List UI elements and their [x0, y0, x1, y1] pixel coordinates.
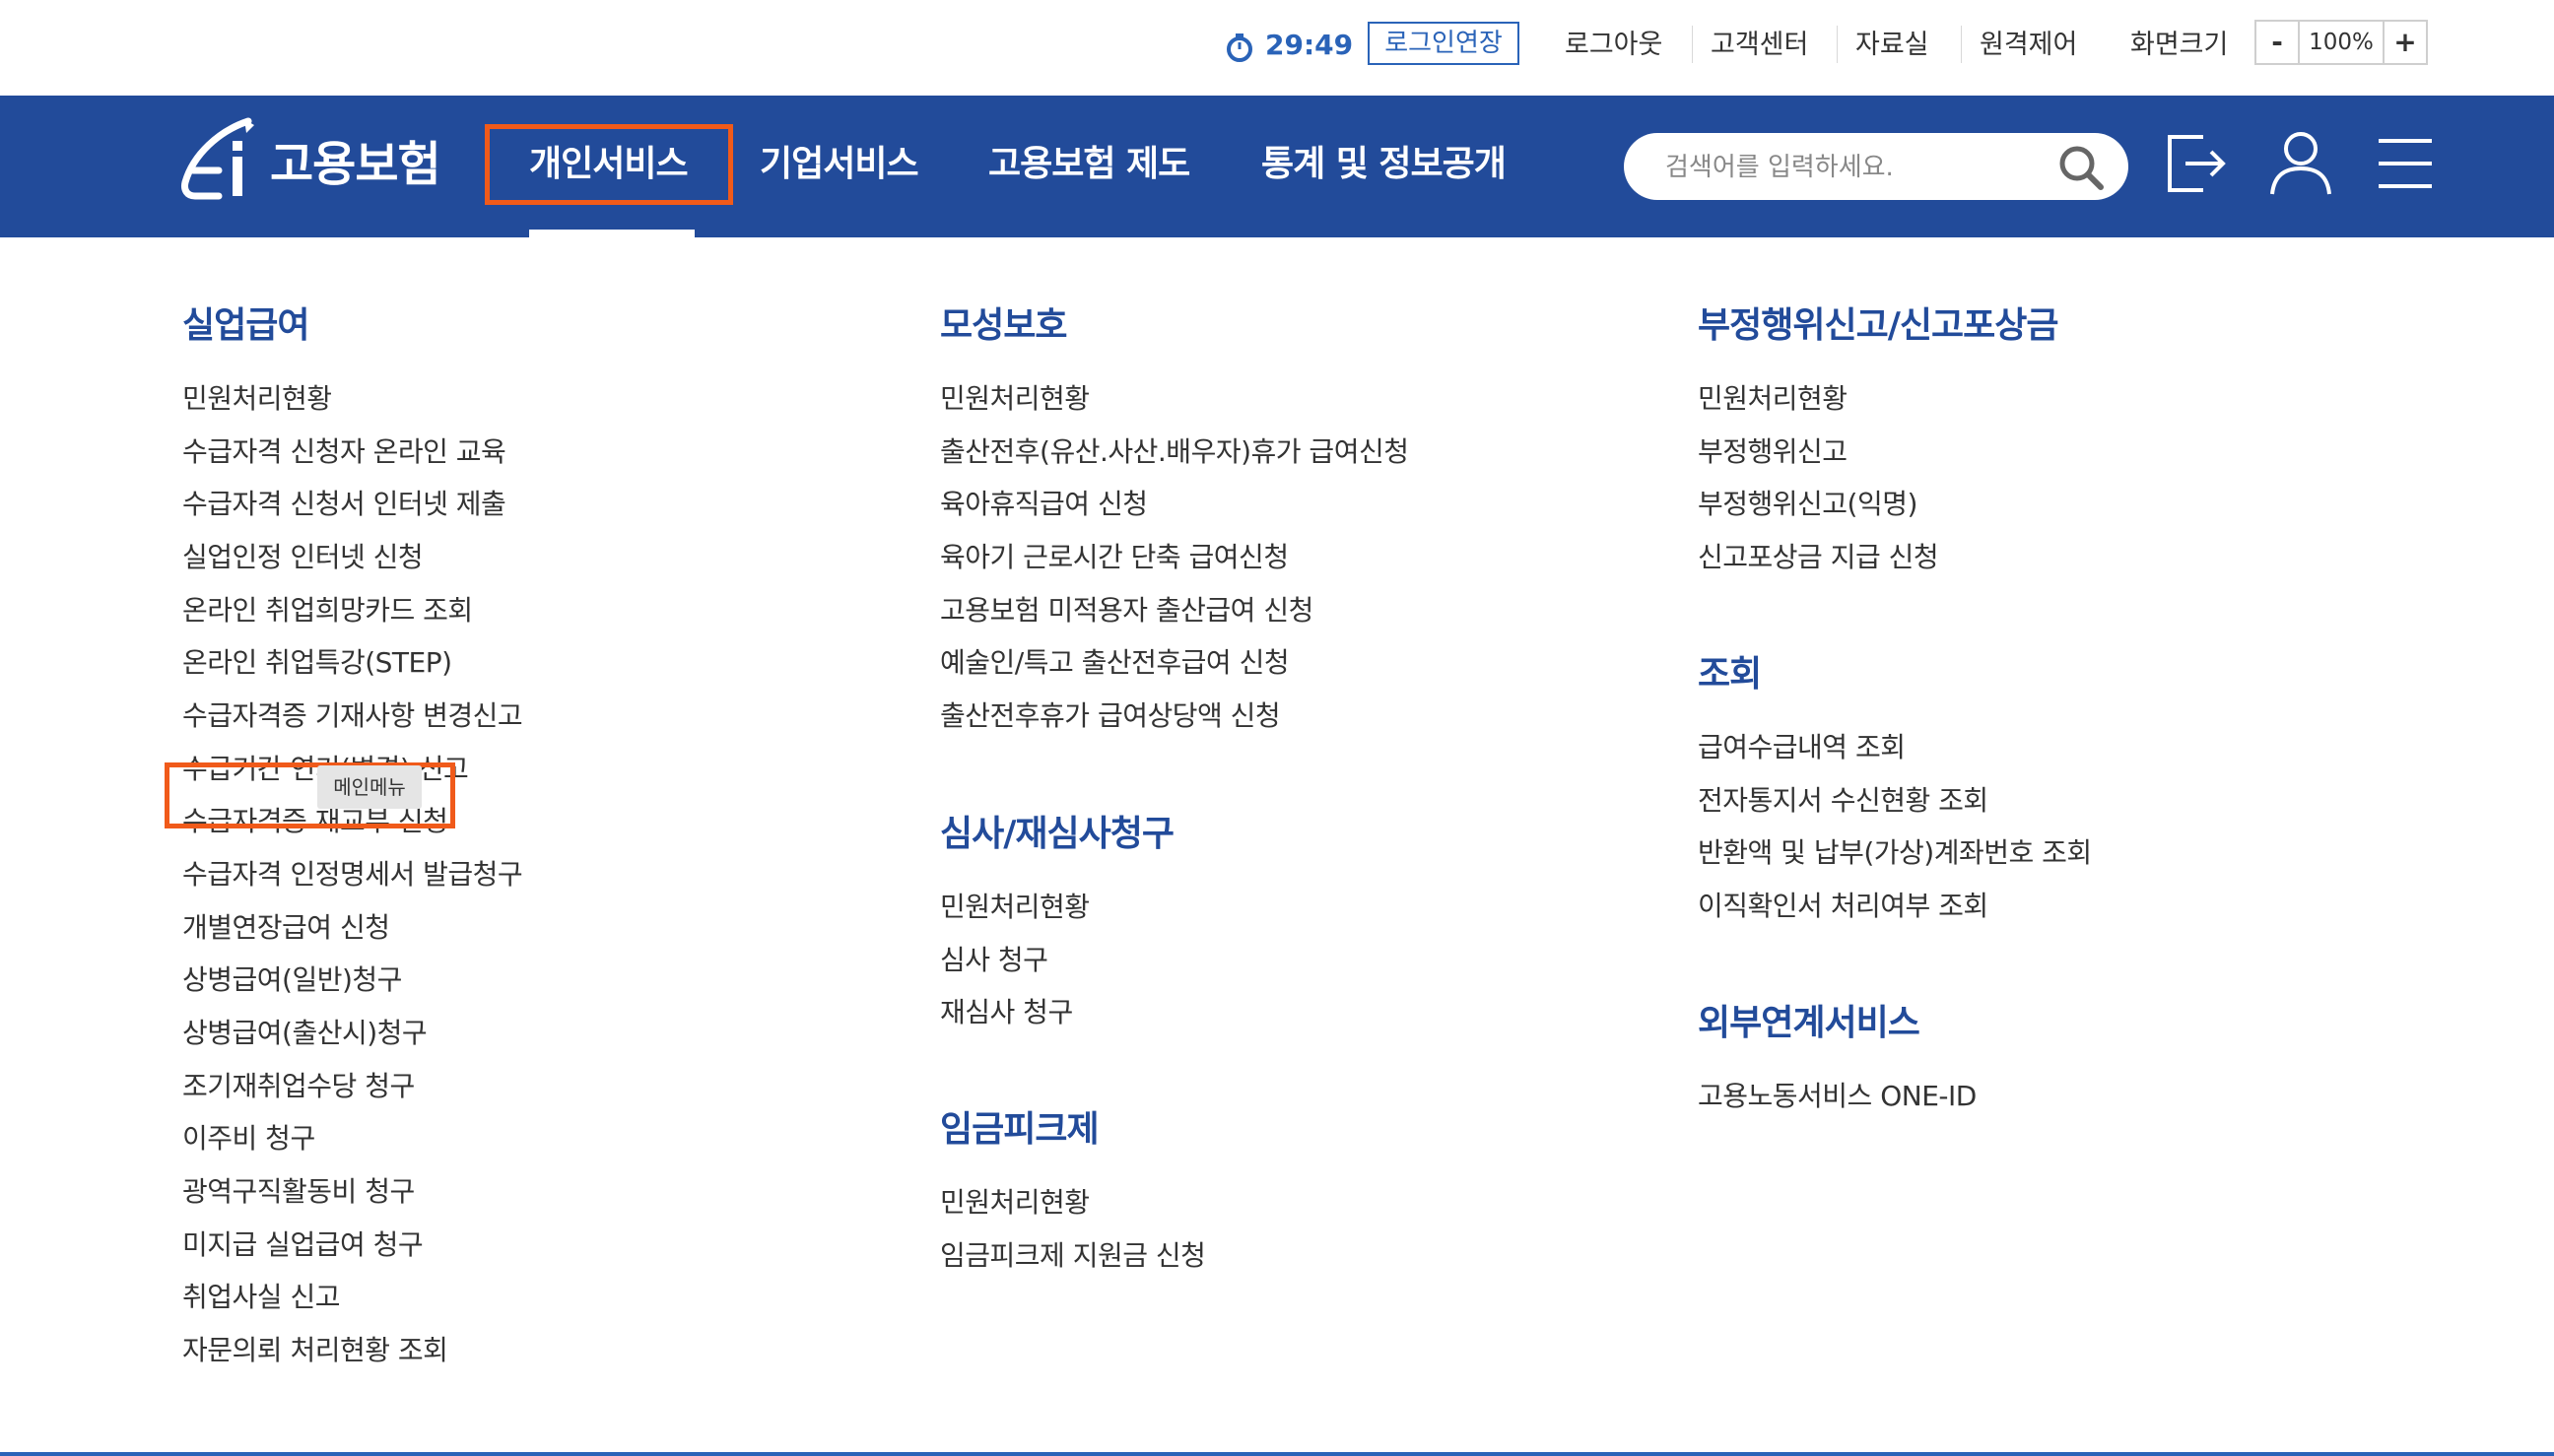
menu-item[interactable]: 자문의뢰 처리현황 조회	[182, 1331, 448, 1370]
mega-menu: 실업급여 민원처리현황 수급자격 신청자 온라인 교육 수급자격 신청서 인터넷…	[0, 237, 2554, 1456]
active-nav-highlight	[485, 124, 733, 205]
active-nav-underline	[529, 230, 695, 237]
menu-item[interactable]: 육아휴직급여 신청	[940, 485, 1148, 524]
menu-item[interactable]: 재심사 청구	[940, 993, 1073, 1032]
menu-item[interactable]: 부정행위신고(익명)	[1698, 485, 1917, 524]
screen-size-label: 화면크기	[2130, 30, 2229, 60]
nav-statistics[interactable]: 통계 및 정보공개	[1261, 140, 1507, 189]
menu-item[interactable]: 상병급여(일반)청구	[182, 960, 402, 1000]
zoom-out-button[interactable]: -	[2256, 22, 2298, 63]
menu-item[interactable]: 임금피크제 지원금 신청	[940, 1236, 1206, 1276]
menu-item[interactable]: 이주비 청구	[182, 1119, 315, 1158]
menu-item[interactable]: 심사 청구	[940, 941, 1048, 980]
zoom-value: 100%	[2298, 22, 2385, 63]
menu-item[interactable]: 예술인/특고 출산전후급여 신청	[940, 643, 1290, 683]
search-icon[interactable]	[2057, 144, 2105, 191]
remote-control-link[interactable]: 원격제어	[1980, 26, 2077, 65]
stopwatch-icon	[1227, 33, 1252, 62]
menu-item[interactable]: 수급자격 인정명세서 발급청구	[182, 855, 523, 894]
menu-item[interactable]: 이직확인서 처리여부 조회	[1698, 887, 1988, 926]
menu-item[interactable]: 민원처리현황	[182, 379, 332, 419]
menu-item[interactable]: 광역구직활동비 청구	[182, 1172, 415, 1212]
menu-item[interactable]: 온라인 취업특강(STEP)	[182, 643, 452, 683]
utility-bar: 29:49 로그인연장 로그아웃 고객센터 자료실 원격제어 화면크기 - 10…	[0, 0, 2554, 96]
hamburger-menu-icon[interactable]	[2373, 129, 2438, 198]
menu-item[interactable]: 상병급여(출산시)청구	[182, 1014, 428, 1053]
menu-item[interactable]: 고용보험 미적용자 출산급여 신청	[940, 591, 1313, 630]
user-icon[interactable]	[2268, 129, 2333, 198]
site-logo[interactable]: 고용보험	[179, 117, 455, 206]
bottom-border	[0, 1452, 2554, 1456]
menu-item[interactable]: 반환액 및 납부(가상)계좌번호 조회	[1698, 833, 2092, 873]
menu-title-unemployment-benefit[interactable]: 실업급여	[182, 302, 309, 350]
menu-item[interactable]: 전자통지서 수신현황 조회	[1698, 781, 1988, 821]
logo-text: 고용보험	[270, 137, 441, 192]
divider	[1692, 26, 1693, 63]
menu-title-maternity-protection[interactable]: 모성보호	[940, 302, 1067, 350]
menu-item[interactable]: 출산전후휴가 급여상당액 신청	[940, 696, 1281, 736]
extend-login-button[interactable]: 로그인연장	[1368, 22, 1519, 65]
menu-item[interactable]: 부정행위신고	[1698, 432, 1848, 472]
main-navigation: 고용보험 개인서비스 기업서비스 고용보험 제도 통계 및 정보공개	[0, 96, 2554, 237]
menu-item[interactable]: 급여수급내역 조회	[1698, 728, 1906, 767]
logout-icon[interactable]	[2164, 129, 2229, 198]
menu-item[interactable]: 수급자격 신청서 인터넷 제출	[182, 485, 506, 524]
menu-item-unemployment-recognition[interactable]: 실업인정 인터넷 신청	[182, 538, 424, 577]
menu-item[interactable]: 민원처리현황	[940, 888, 1090, 927]
menu-title-external-services[interactable]: 외부연계서비스	[1698, 1000, 1920, 1047]
logout-link[interactable]: 로그아웃	[1565, 26, 1662, 65]
session-timer: 29:49	[1265, 29, 1354, 61]
menu-item[interactable]: 수급자격 신청자 온라인 교육	[182, 432, 506, 472]
menu-item[interactable]: 출산전후(유산.사산.배우자)휴가 급여신청	[940, 432, 1409, 472]
customer-center-link[interactable]: 고객센터	[1711, 26, 1808, 65]
menu-item[interactable]: 고용노동서비스 ONE-ID	[1698, 1077, 1977, 1116]
menu-item[interactable]: 수급자격증 기재사항 변경신고	[182, 696, 523, 736]
menu-item[interactable]: 온라인 취업희망카드 조회	[182, 591, 473, 630]
nav-insurance-system[interactable]: 고용보험 제도	[988, 140, 1190, 189]
menu-item[interactable]: 민원처리현황	[940, 379, 1090, 419]
menu-title-wage-peak[interactable]: 임금피크제	[940, 1106, 1100, 1154]
menu-item[interactable]: 민원처리현황	[1698, 379, 1848, 419]
menu-item[interactable]: 조기재취업수당 청구	[182, 1067, 415, 1106]
zoom-in-button[interactable]: +	[2385, 22, 2426, 63]
menu-item[interactable]: 취업사실 신고	[182, 1278, 340, 1317]
search-input[interactable]	[1663, 143, 2042, 192]
menu-title-appeal[interactable]: 심사/재심사청구	[940, 811, 1175, 858]
ei-logo-icon	[181, 117, 254, 200]
menu-item[interactable]: 민원처리현황	[940, 1183, 1090, 1223]
menu-item[interactable]: 미지급 실업급여 청구	[182, 1225, 424, 1265]
divider	[1961, 26, 1962, 63]
menu-item[interactable]: 개별연장급여 신청	[182, 908, 390, 948]
menu-title-inquiry[interactable]: 조회	[1698, 651, 1762, 698]
menu-item[interactable]: 신고포상금 지급 신청	[1698, 538, 1939, 577]
divider	[1837, 26, 1838, 63]
search-box	[1624, 133, 2128, 200]
menu-item[interactable]: 육아기 근로시간 단축 급여신청	[940, 538, 1289, 577]
zoom-control: - 100% +	[2254, 20, 2428, 65]
menu-title-fraud-report[interactable]: 부정행위신고/신고포상금	[1698, 302, 2058, 350]
resources-link[interactable]: 자료실	[1855, 26, 1929, 65]
nav-business-service[interactable]: 기업서비스	[760, 140, 919, 189]
tooltip: 메인메뉴	[317, 765, 422, 809]
